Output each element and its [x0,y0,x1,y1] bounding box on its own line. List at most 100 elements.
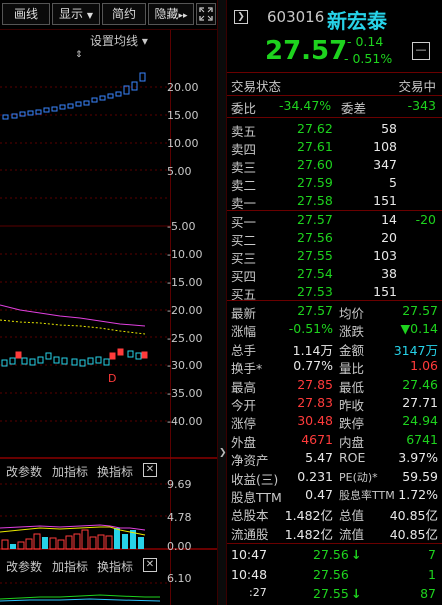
tab-display[interactable]: 显示 ▼ [52,3,100,25]
chart-area[interactable]: 画线 显示 ▼ 简约 隐藏▸▸ 设置均线 ▾ ⇕ D 20.00 15.00 1… [0,0,217,605]
stat-row: 总股本 1.482亿 总值 40.85亿 [227,505,442,524]
ask-row: 卖五 27.62 58 [227,121,442,140]
stat-label: 涨幅 [231,324,257,340]
ind1-y-tick: 4.78 [167,511,192,524]
ask-label: 卖二 [231,178,257,193]
ask-volume: 108 [373,139,397,154]
volume-bar [89,536,97,550]
ask-row: 卖二 27.59 5 [227,175,442,194]
tick-row: 10:48 27.56 1 [227,567,442,586]
tab-hide[interactable]: 隐藏▸▸ [148,3,194,25]
stat-row: 股息TTM 0.47 股息率TTM 1.72% [227,487,442,506]
stock-code: 603016 [267,8,325,26]
stat-row: 净资产 5.47 ROE 3.97% [227,450,442,469]
stat-label: 涨跌 [339,324,365,340]
stat-value: 30.48 [297,413,333,429]
ask-price: 27.62 [297,121,333,136]
tab-label: 简约 [111,7,136,21]
weicha-label: 委差 [341,101,367,116]
candle [67,103,74,109]
stat-value: -0.51% [288,321,333,337]
chevron-down-icon: ▼ [86,11,93,20]
ask-price: 27.60 [297,157,333,172]
divider [227,95,442,96]
status-label: 交易状态 [231,79,282,94]
stat-value: 0.231 [297,468,333,484]
stat-value: 4671 [301,431,333,447]
bid-row: 买一 27.57 14 -20 [227,212,442,231]
candle [141,351,148,359]
add-indicator-button[interactable]: 加指标 [52,463,88,480]
ask-label: 卖五 [231,124,257,139]
panel-divider[interactable]: ❯ [217,0,227,605]
stat-label: 净资产 [231,453,269,469]
edit-params-button[interactable]: 改参数 [6,558,42,575]
y-tick: -15.00 [167,276,203,289]
y-tick: -25.00 [167,332,203,345]
marker-d: D [108,372,116,385]
candle [75,101,82,107]
down-arrow-icon: ↓ [351,586,362,601]
weibi-label: 委比 [231,101,257,116]
tab-draw-line[interactable]: 画线 [2,3,50,25]
ind1-y-tick: 9.69 [167,478,192,491]
divider [227,72,442,73]
stat-label: 股息率TTM [339,489,395,502]
ask-price: 27.61 [297,139,333,154]
stat-value: 0.77% [293,358,333,374]
add-indicator-button[interactable]: 加指标 [52,558,88,575]
stat-value: ▼0.14 [400,321,438,337]
stat-label: 收益(三) [231,471,279,487]
candle [109,352,116,360]
stat-value: 1.482亿 [284,508,333,524]
stat-value: 27.83 [297,395,333,410]
double-arrow-icon: ▸▸ [178,11,188,21]
stat-row: 最高 27.85 最低 27.46 [227,377,442,396]
stat-row: 最新 27.57 均价 27.57 [227,303,442,322]
stat-value: 0.47 [305,487,333,502]
stat-label: 换手* [231,361,263,377]
candle [139,72,146,82]
stat-label: 金额 [339,342,365,358]
y-tick: -35.00 [167,387,203,400]
divider [227,543,442,544]
tab-label: 画线 [13,7,38,21]
stat-value: 27.57 [297,303,333,318]
close-icon[interactable]: ✕ [143,558,157,572]
candle [87,357,94,365]
ask-price: 27.59 [297,175,333,190]
bid-price: 27.55 [297,248,333,263]
stat-value: 6741 [406,431,438,447]
volume-bar [49,537,57,550]
bid-row: 买二 27.56 20 [227,230,442,249]
nav-arrow-icon[interactable]: ❯ [234,10,248,24]
switch-indicator-button[interactable]: 换指标 [97,463,133,480]
volume-bar [138,537,144,549]
weicha-value: -343 [407,98,436,113]
tab-simple[interactable]: 简约 [102,3,146,25]
bid-price: 27.53 [297,284,333,299]
bid-label: 买三 [231,251,257,266]
candle [21,357,28,365]
bid-label: 买四 [231,269,257,284]
candle [103,358,110,366]
candle [35,109,42,115]
volume-bar [65,535,73,550]
switch-indicator-button[interactable]: 换指标 [97,558,133,575]
stat-label: 量比 [339,361,365,377]
trade-status-row: 交易状态 交易中 [227,76,442,95]
volume-bar [10,544,16,549]
stat-label: 股息TTM [231,490,282,505]
bid-volume: 103 [373,248,397,263]
collapse-arrow-icon[interactable]: ❯ [219,448,227,462]
weibi-row: 委比 -34.47% 委差 -343 [227,98,442,117]
fullscreen-button[interactable] [196,3,216,25]
candle [91,97,98,103]
remove-button[interactable]: — [412,42,430,60]
stat-value: 1.72% [398,487,438,502]
divider [227,210,442,211]
tick-time: 10:47 [231,547,268,562]
ask-price: 27.58 [297,193,333,208]
close-icon[interactable]: ✕ [143,463,157,477]
edit-params-button[interactable]: 改参数 [6,463,42,480]
